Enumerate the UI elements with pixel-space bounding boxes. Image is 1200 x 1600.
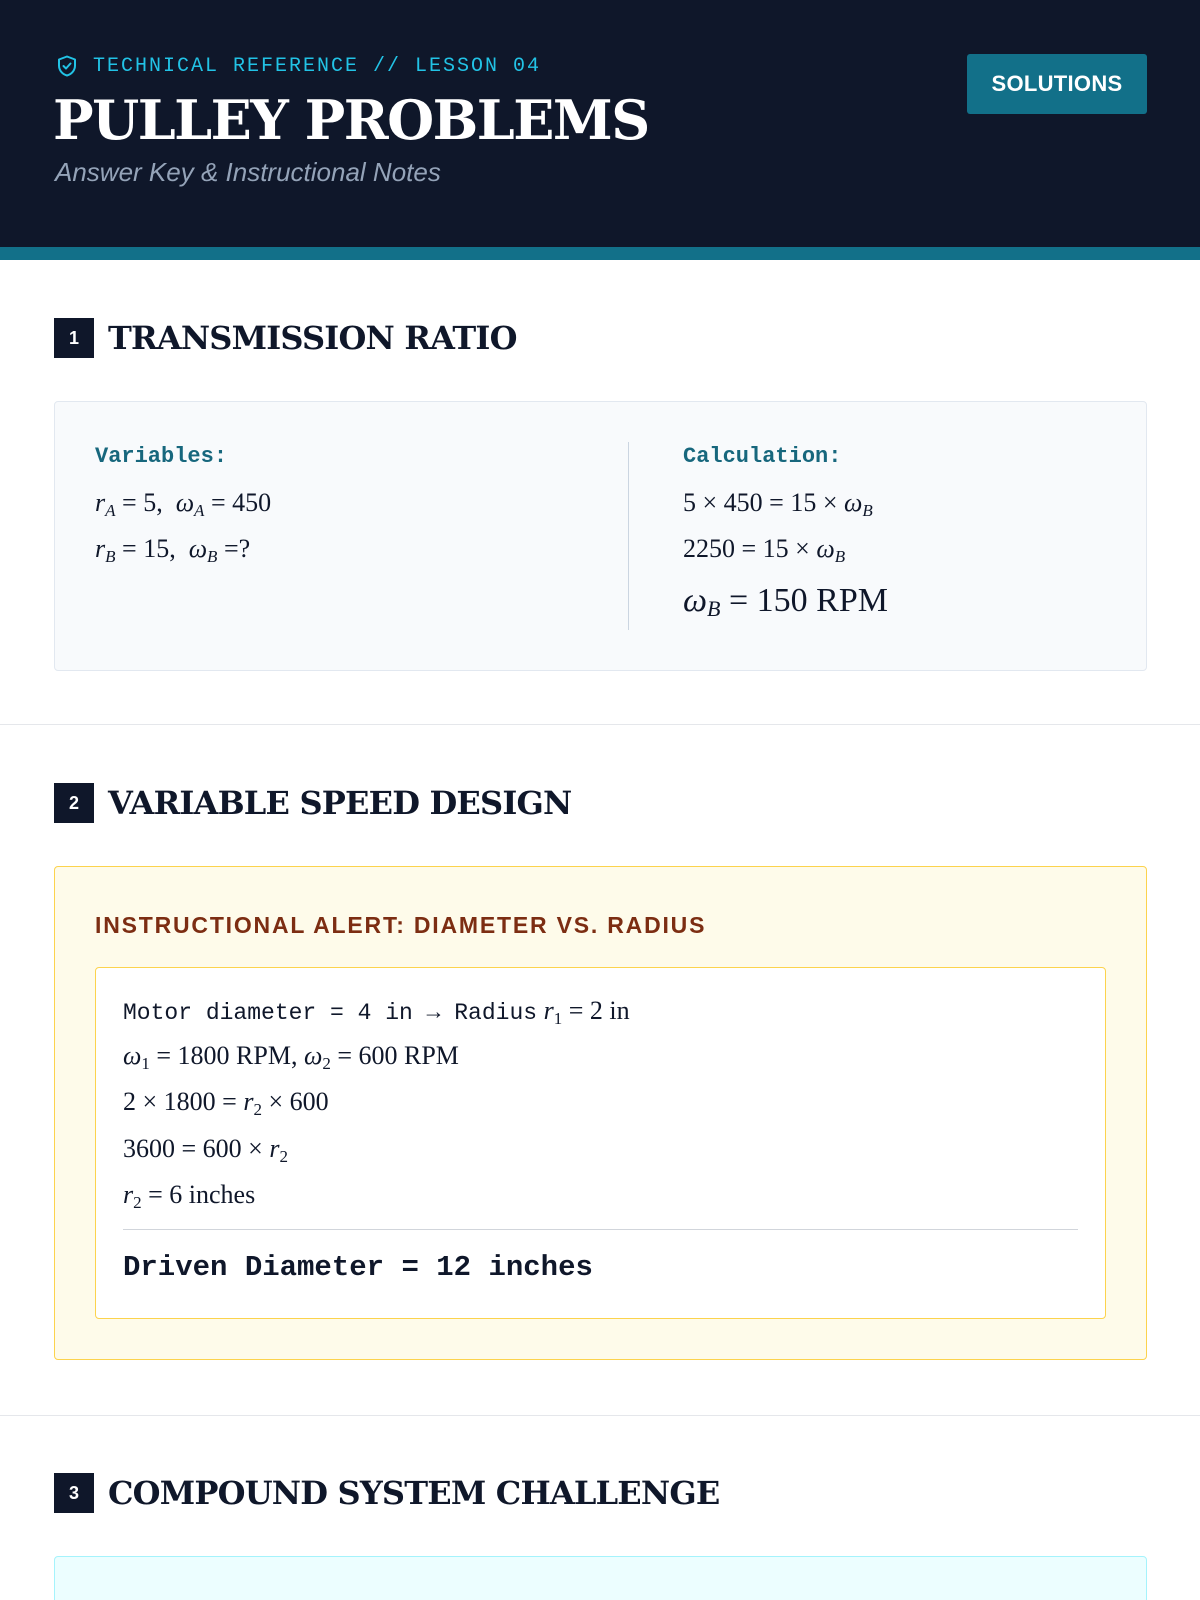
section-title: VARIABLE SPEED DESIGN	[108, 784, 572, 822]
solution-line-4: 3600 = 600 × r2	[123, 1134, 288, 1166]
alert-title: INSTRUCTIONAL ALERT: DIAMETER VS. RADIUS	[95, 912, 707, 938]
shield-check-icon	[58, 55, 76, 77]
section-title: TRANSMISSION RATIO	[108, 319, 517, 357]
instructional-alert: INSTRUCTIONAL ALERT: DIAMETER VS. RADIUS…	[54, 866, 1147, 1360]
solutions-button[interactable]: SOLUTIONS	[967, 54, 1147, 114]
section-title: COMPOUND SYSTEM CHALLENGE	[108, 1474, 720, 1512]
eyebrow: TECHNICAL REFERENCE // LESSON 04	[55, 52, 541, 80]
section-number-badge: 3	[54, 1473, 94, 1513]
alert-worked-solution: Motor diameter = 4 in → Radius r1 = 2 in…	[95, 967, 1106, 1319]
section-3-heading: 3 COMPOUND SYSTEM CHALLENGE	[54, 1473, 720, 1513]
variables-label: Variables:	[95, 444, 228, 469]
section-divider	[0, 724, 1200, 725]
solution-line-1: Motor diameter = 4 in → Radius r1 = 2 in	[123, 996, 630, 1028]
compound-system-card	[54, 1556, 1147, 1600]
calculation-label: Calculation:	[683, 444, 842, 469]
calculation-line-2: 2250 = 15 × ωB	[683, 534, 846, 566]
page-title: PULLEY PROBLEMS	[53, 88, 650, 152]
result-divider	[123, 1229, 1078, 1230]
solution-line-5: r2 = 6 inches	[123, 1180, 256, 1212]
section-2-heading: 2 VARIABLE SPEED DESIGN	[54, 783, 572, 823]
variables-line-a: rA = 5, ωA = 450	[95, 488, 272, 520]
transmission-ratio-card: Variables: rA = 5, ωA = 450 rB = 15, ωB …	[54, 401, 1147, 671]
header-accent-bar	[0, 247, 1200, 260]
solution-line-2: ω1 = 1800 RPM, ω2 = 600 RPM	[123, 1041, 459, 1073]
driven-diameter-result: Driven Diameter = 12 inches	[123, 1251, 593, 1284]
section-divider	[0, 1415, 1200, 1416]
column-divider	[628, 442, 629, 630]
section-number-badge: 1	[54, 318, 94, 358]
variables-line-b: rB = 15, ωB =?	[95, 534, 251, 566]
page-subtitle: Answer Key & Instructional Notes	[55, 157, 441, 187]
section-number-badge: 2	[54, 783, 94, 823]
calculation-result: ωB = 150 RPM	[683, 582, 888, 621]
calculation-line-1: 5 × 450 = 15 × ωB	[683, 488, 873, 520]
eyebrow-text: TECHNICAL REFERENCE // LESSON 04	[93, 54, 542, 78]
page-header: TECHNICAL REFERENCE // LESSON 04 PULLEY …	[0, 0, 1200, 247]
section-1-heading: 1 TRANSMISSION RATIO	[54, 318, 517, 358]
solution-line-3: 2 × 1800 = r2 × 600	[123, 1087, 329, 1119]
